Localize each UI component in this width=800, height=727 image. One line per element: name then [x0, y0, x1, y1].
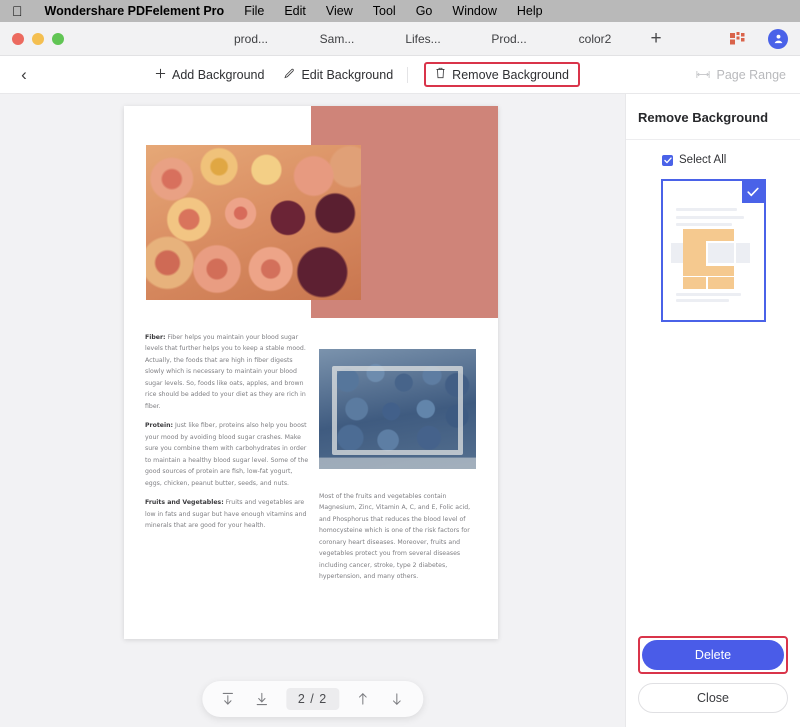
lead-fiber: Fiber:	[145, 334, 166, 341]
menu-view[interactable]: View	[326, 4, 353, 18]
add-background-button[interactable]: Add Background	[145, 64, 274, 86]
minimize-window-button[interactable]	[32, 32, 44, 45]
close-button[interactable]: Close	[638, 683, 788, 713]
menu-help[interactable]: Help	[517, 4, 543, 18]
toolbar-actions: Add Background Edit Background Remove Ba…	[145, 62, 580, 87]
toolbar-divider	[407, 66, 409, 83]
tab-lifes[interactable]: Lifes...	[380, 32, 466, 46]
previous-page-icon[interactable]	[353, 689, 373, 709]
add-background-label: Add Background	[172, 67, 265, 82]
menu-edit[interactable]: Edit	[284, 4, 306, 18]
pencil-icon	[284, 68, 295, 82]
traffic-lights	[0, 32, 64, 45]
tab-prod-2[interactable]: Prod...	[466, 32, 552, 46]
menubar-app-name[interactable]: Wondershare PDFelement Pro	[45, 4, 225, 18]
body-protein: Just like fiber, proteins also help you …	[145, 422, 309, 487]
pdf-page-canvas[interactable]: FOOD THAT YOU SHOULD EAT TO FEEL GOOD Fi…	[124, 106, 498, 639]
page-indicator[interactable]: 2 / 2	[285, 688, 340, 710]
apple-logo-icon[interactable]: 	[12, 4, 23, 18]
panel-body: Select All	[626, 140, 800, 636]
page-navigation-bar: 2 / 2	[201, 681, 424, 717]
body-fiber: Fiber helps you maintain your blood suga…	[145, 334, 306, 410]
thumbnail-page-preview	[670, 188, 757, 313]
tab-sam[interactable]: Sam...	[294, 32, 380, 46]
page-thumbnail[interactable]	[660, 179, 766, 322]
paragraph-protein: Protein: Just like fiber, proteins also …	[145, 420, 309, 489]
delete-button[interactable]: Delete	[642, 640, 784, 670]
document-right-column: Most of the fruits and vegetables contai…	[319, 491, 483, 583]
page-range-icon	[696, 68, 711, 82]
paragraph-fruits-vegetables: Fruits and Vegetables: Fruits and vegeta…	[145, 497, 309, 531]
new-tab-button[interactable]: +	[638, 29, 674, 48]
delete-button-highlight: Delete	[638, 636, 788, 674]
paragraph-nutrients: Most of the fruits and vegetables contai…	[319, 493, 471, 581]
lead-fruits-vegetables: Fruits and Vegetables:	[145, 499, 224, 507]
citrus-fruits-photo	[146, 145, 361, 300]
maximize-window-button[interactable]	[52, 32, 64, 45]
plus-icon	[155, 68, 166, 82]
tabbar-right-controls	[718, 22, 800, 55]
macos-menu-bar:  Wondershare PDFelement Pro File Edit V…	[0, 0, 800, 22]
close-window-button[interactable]	[12, 32, 24, 45]
tab-prod[interactable]: prod...	[208, 32, 294, 46]
apps-grid-icon[interactable]	[718, 31, 756, 46]
remove-background-button[interactable]: Remove Background	[424, 62, 580, 87]
go-to-first-page-icon[interactable]	[218, 689, 238, 709]
menu-go[interactable]: Go	[416, 4, 433, 18]
page-range-button[interactable]: Page Range	[696, 68, 786, 82]
edit-background-button[interactable]: Edit Background	[274, 64, 403, 86]
remove-background-label: Remove Background	[452, 67, 569, 82]
account-avatar[interactable]	[756, 28, 800, 49]
menu-file[interactable]: File	[244, 4, 264, 18]
window-tab-bar: prod... Sam... Lifes... Prod... color2 +	[0, 22, 800, 56]
menu-tool[interactable]: Tool	[373, 4, 396, 18]
main-content: FOOD THAT YOU SHOULD EAT TO FEEL GOOD Fi…	[0, 94, 800, 727]
paragraph-fiber: Fiber: Fiber helps you maintain your blo…	[145, 332, 309, 412]
back-button[interactable]: ‹	[0, 65, 48, 85]
trash-icon	[435, 67, 446, 82]
lead-protein: Protein:	[145, 422, 173, 430]
blueberries-photo	[319, 349, 476, 469]
go-to-last-page-icon[interactable]	[252, 689, 272, 709]
document-tabs: prod... Sam... Lifes... Prod... color2 +	[208, 29, 674, 48]
select-all-checkbox[interactable]	[662, 154, 673, 166]
select-all-row[interactable]: Select All	[638, 154, 788, 166]
panel-title: Remove Background	[626, 94, 800, 140]
page-range-label: Page Range	[716, 67, 786, 82]
tab-color2[interactable]: color2	[552, 32, 638, 46]
document-left-column: Fiber: Fiber helps you maintain your blo…	[145, 332, 309, 540]
background-toolbar: ‹ Add Background Edit Background Remove …	[0, 56, 800, 94]
edit-background-label: Edit Background	[301, 67, 394, 82]
menu-window[interactable]: Window	[452, 4, 496, 18]
user-avatar-icon	[768, 28, 788, 49]
pdf-viewer[interactable]: FOOD THAT YOU SHOULD EAT TO FEEL GOOD Fi…	[0, 94, 625, 727]
select-all-label: Select All	[679, 154, 727, 166]
remove-background-panel: Remove Background Select All Delete Clos…	[625, 94, 800, 727]
panel-footer: Delete Close	[626, 636, 800, 727]
next-page-icon[interactable]	[387, 689, 407, 709]
